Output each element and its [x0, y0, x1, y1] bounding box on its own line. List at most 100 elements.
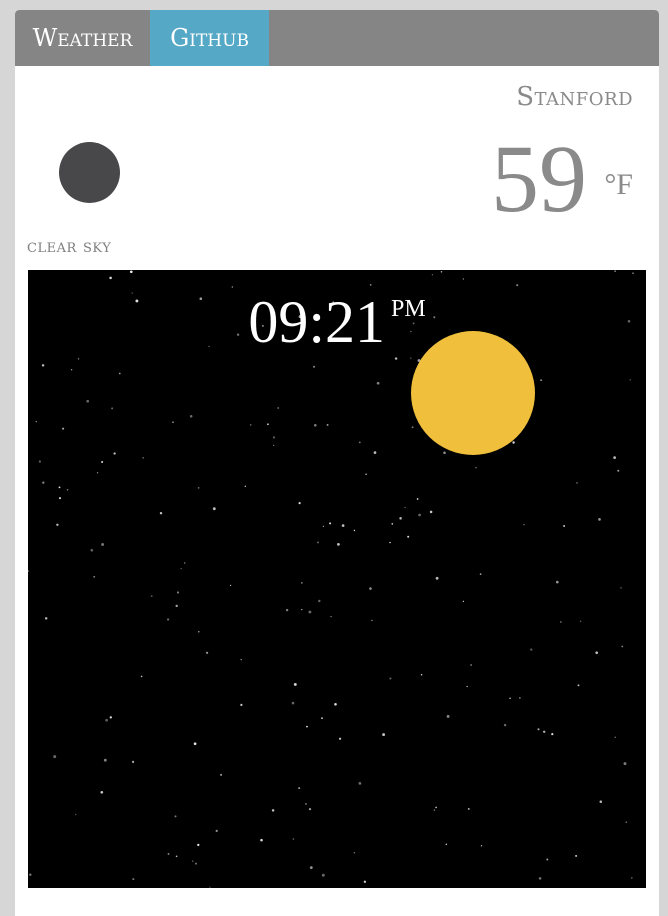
- star: [90, 548, 94, 552]
- star: [407, 535, 410, 538]
- temperature-value: 59: [491, 125, 587, 232]
- star: [118, 372, 121, 375]
- star: [56, 523, 59, 527]
- star: [630, 877, 633, 879]
- star: [371, 619, 373, 622]
- star: [322, 525, 325, 527]
- star: [176, 591, 180, 594]
- sun-icon: [411, 331, 535, 455]
- star: [192, 860, 194, 862]
- star: [519, 697, 521, 699]
- star: [301, 582, 303, 584]
- star: [431, 274, 434, 276]
- star: [382, 733, 386, 737]
- star: [330, 615, 332, 618]
- star: [551, 732, 554, 736]
- star: [353, 529, 356, 532]
- tab-weather[interactable]: Weather: [15, 10, 150, 66]
- star: [599, 800, 603, 803]
- star: [298, 787, 301, 790]
- tab-bar: Weather Github: [15, 10, 659, 66]
- star: [369, 284, 372, 286]
- star: [470, 664, 472, 666]
- star: [363, 880, 367, 883]
- star: [480, 845, 483, 847]
- clock: 09:21 PM: [28, 292, 646, 352]
- star: [338, 737, 342, 740]
- star: [229, 584, 232, 587]
- weather-condition: clear sky: [27, 236, 112, 257]
- star: [53, 755, 57, 759]
- star: [308, 610, 312, 614]
- star: [267, 423, 269, 426]
- star: [410, 357, 412, 359]
- star: [435, 576, 439, 580]
- star: [277, 407, 280, 409]
- star: [86, 399, 90, 403]
- star: [621, 645, 624, 648]
- star: [100, 790, 104, 794]
- star: [443, 451, 446, 455]
- star: [445, 843, 448, 846]
- star: [373, 451, 377, 454]
- star: [175, 604, 178, 608]
- star: [291, 701, 295, 705]
- star: [399, 517, 402, 520]
- star: [369, 587, 372, 590]
- night-sky-panel: 09:21 PM: [28, 270, 646, 888]
- star: [189, 415, 193, 418]
- moon-icon: [59, 142, 120, 203]
- star: [240, 703, 243, 706]
- star: [231, 286, 233, 288]
- star: [166, 618, 170, 621]
- star: [337, 543, 340, 546]
- star: [577, 684, 580, 687]
- temperature-unit: °F: [604, 168, 633, 201]
- star: [467, 807, 470, 810]
- star: [111, 407, 114, 410]
- star: [632, 272, 634, 274]
- star: [321, 873, 325, 877]
- star: [101, 461, 104, 463]
- star: [109, 716, 112, 719]
- star: [503, 723, 507, 727]
- star: [446, 714, 450, 718]
- star: [271, 809, 275, 812]
- star: [301, 608, 303, 611]
- star: [58, 486, 61, 489]
- star: [249, 424, 252, 426]
- star: [560, 621, 562, 623]
- star: [509, 697, 511, 700]
- star: [240, 658, 242, 661]
- star: [420, 673, 423, 676]
- weather-widget: Weather Github Stanford 59 °F clear sky …: [15, 10, 659, 916]
- star: [440, 271, 443, 273]
- star: [184, 562, 186, 564]
- star: [132, 878, 135, 881]
- star: [321, 717, 323, 719]
- star: [195, 862, 197, 865]
- star: [389, 541, 391, 544]
- star: [391, 523, 394, 525]
- star: [416, 498, 419, 500]
- star: [563, 525, 566, 527]
- star: [475, 467, 477, 469]
- star: [334, 702, 337, 706]
- star: [411, 426, 414, 429]
- star: [113, 452, 116, 455]
- star: [530, 648, 533, 651]
- star: [215, 829, 218, 833]
- clock-ampm: PM: [390, 296, 426, 322]
- tab-github[interactable]: Github: [150, 10, 269, 66]
- star: [38, 460, 42, 463]
- star: [466, 685, 468, 688]
- star: [77, 358, 80, 360]
- star: [109, 276, 112, 280]
- star: [105, 718, 108, 722]
- star: [617, 469, 620, 472]
- star: [62, 427, 65, 430]
- starfield: [28, 270, 634, 888]
- star: [625, 821, 628, 824]
- star: [174, 815, 177, 818]
- star: [308, 807, 312, 811]
